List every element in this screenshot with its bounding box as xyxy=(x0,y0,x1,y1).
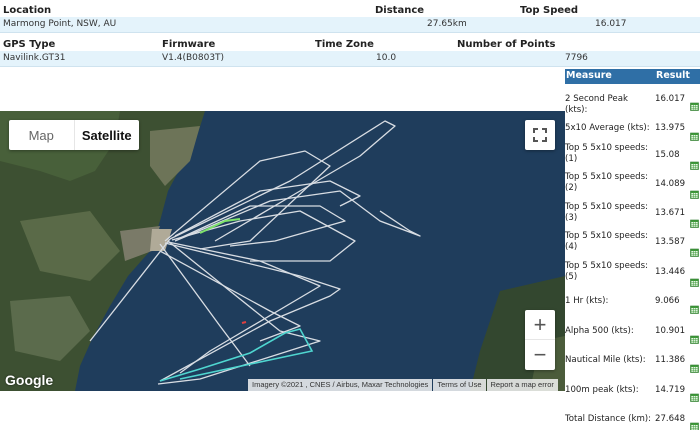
fullscreen-icon xyxy=(533,128,547,142)
result-value: 10.901 xyxy=(655,326,686,336)
calendar-icon[interactable] xyxy=(690,132,699,141)
calendar-icon[interactable] xyxy=(690,219,699,228)
firmware-value: V1.4(B0803T) xyxy=(162,53,225,63)
result-value: 13.975 xyxy=(655,123,686,133)
map-attribution: Imagery ©2021 , CNES / Airbus, Maxar Tec… xyxy=(247,379,558,391)
calendar-icon[interactable] xyxy=(690,335,699,344)
result-value: 13.587 xyxy=(655,237,686,247)
gps-type-value: Navilink.GT31 xyxy=(3,53,66,63)
satellite-view-button[interactable]: Satellite xyxy=(75,120,140,150)
result-label: Top 5 5x10 speeds: (4) xyxy=(565,231,648,252)
result-label: Top 5 5x10 speeds: (5) xyxy=(565,261,648,282)
satellite-map[interactable]: Map Satellite + − Google Imagery ©2021 ,… xyxy=(0,111,565,391)
map-type-control: Map Satellite xyxy=(9,120,139,150)
location-value: Marmong Point, NSW, AU xyxy=(3,19,117,29)
result-label: Nautical Mile (kts): xyxy=(565,355,646,365)
report-error-link[interactable]: Report a map error xyxy=(486,379,558,391)
info-value-row-1: Marmong Point, NSW, AU 27.65km 16.017 xyxy=(0,17,700,33)
result-label: 1 Hr (kts): xyxy=(565,296,609,306)
time-zone-header: Time Zone xyxy=(315,39,374,50)
zoom-out-button[interactable]: − xyxy=(525,340,555,370)
google-logo: Google xyxy=(5,372,54,388)
result-label: Total Distance (km): xyxy=(565,414,652,424)
result-label: Top 5 5x10 speeds: (1) xyxy=(565,143,648,164)
result-header: Result xyxy=(656,70,690,81)
fullscreen-button[interactable] xyxy=(525,120,555,150)
top-speed-header: Top Speed xyxy=(520,5,579,16)
result-label: 100m peak (kts): xyxy=(565,385,639,395)
result-label: 2 Second Peak (kts): xyxy=(565,94,628,115)
imagery-credit: Imagery ©2021 , CNES / Airbus, Maxar Tec… xyxy=(248,379,433,391)
result-value: 14.719 xyxy=(655,385,686,395)
gps-type-header: GPS Type xyxy=(3,39,56,50)
top-speed-value: 16.017 xyxy=(595,19,627,29)
calendar-icon[interactable] xyxy=(690,190,699,199)
result-value: 11.386 xyxy=(655,355,686,365)
result-value: 13.446 xyxy=(655,267,686,277)
distance-value: 27.65km xyxy=(427,19,467,29)
calendar-icon[interactable] xyxy=(690,364,699,373)
result-label: Top 5 5x10 speeds: (3) xyxy=(565,202,648,223)
result-label: 5x10 Average (kts): xyxy=(565,123,650,133)
firmware-header: Firmware xyxy=(162,39,216,50)
location-header: Location xyxy=(3,5,52,16)
distance-header: Distance xyxy=(375,5,425,16)
result-value: 13.671 xyxy=(655,208,686,218)
zoom-control: + − xyxy=(525,310,555,370)
num-points-header: Number of Points xyxy=(457,39,556,50)
calendar-icon[interactable] xyxy=(690,393,699,402)
result-value: 16.017 xyxy=(655,94,686,104)
gps-track xyxy=(89,120,421,385)
result-label: Top 5 5x10 speeds: (2) xyxy=(565,172,648,193)
time-zone-value: 10.0 xyxy=(376,53,397,63)
result-label: Alpha 500 (kts): xyxy=(565,326,634,336)
calendar-icon[interactable] xyxy=(690,248,699,257)
calendar-icon[interactable] xyxy=(690,278,699,287)
calendar-icon[interactable] xyxy=(690,422,699,430)
result-value: 14.089 xyxy=(655,179,686,189)
info-value-row-2: Navilink.GT31 V1.4(B0803T) 10.0 7796 xyxy=(0,51,700,67)
measure-header: Measure xyxy=(566,70,612,81)
num-points-value: 7796 xyxy=(565,53,588,63)
calendar-icon[interactable] xyxy=(690,305,699,314)
results-header: Measure Result xyxy=(565,69,700,84)
result-value: 9.066 xyxy=(655,296,680,306)
results-table: Measure Result 2 Second Peak (kts): 16.01… xyxy=(565,69,700,430)
calendar-icon[interactable] xyxy=(690,102,699,111)
zoom-in-button[interactable]: + xyxy=(525,310,555,340)
map-view-button[interactable]: Map xyxy=(9,120,75,150)
calendar-icon[interactable] xyxy=(690,161,699,170)
result-value: 15.08 xyxy=(655,150,680,160)
result-value: 27.648 xyxy=(655,414,686,424)
terms-link[interactable]: Terms of Use xyxy=(433,379,486,391)
